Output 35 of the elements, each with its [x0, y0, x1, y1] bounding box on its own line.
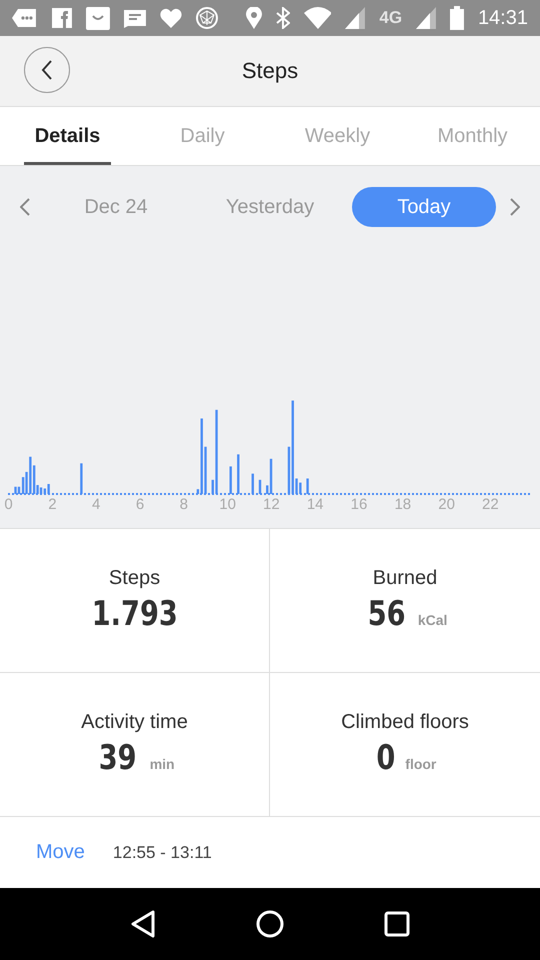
- stat-value: 0: [376, 738, 395, 778]
- axis-label: 20: [438, 496, 455, 513]
- stat-label: Steps: [108, 567, 160, 590]
- axis-label: 22: [482, 496, 499, 513]
- axis-label: 6: [136, 496, 144, 513]
- activity-type: Move: [36, 841, 85, 864]
- axis-label: 2: [48, 496, 57, 513]
- stat-value: 56: [367, 594, 406, 634]
- activity-time: 12:55 - 13:11: [112, 842, 212, 862]
- stat-label: Climbed floors: [341, 711, 469, 734]
- axis-label: 10: [219, 496, 236, 513]
- tab[interactable]: Weekly: [270, 107, 405, 165]
- stat-unit: min: [150, 756, 175, 772]
- stat-value: 39: [99, 738, 137, 778]
- axis-label: 8: [180, 496, 188, 513]
- axis-label: 16: [350, 496, 368, 513]
- date-button[interactable]: Today: [352, 187, 496, 227]
- tab[interactable]: Monthly: [405, 107, 540, 165]
- stat-unit: kCal: [418, 612, 448, 628]
- clock: 14:31: [478, 6, 528, 30]
- network-type: 4G: [379, 8, 402, 28]
- date-button[interactable]: Yesterday: [198, 187, 342, 227]
- axis-label: 0: [4, 496, 13, 513]
- axis-label: 12: [263, 496, 280, 513]
- axis-label: 14: [306, 496, 324, 513]
- stat-label: Activity time: [81, 711, 188, 734]
- tab[interactable]: Details: [0, 107, 135, 165]
- stat-unit: floor: [405, 756, 436, 772]
- axis-label: 18: [394, 496, 412, 513]
- tab[interactable]: Daily: [135, 107, 270, 165]
- stat-label: Burned: [372, 567, 438, 590]
- axis-label: 4: [92, 496, 100, 513]
- stat-value: 1.793: [91, 594, 178, 634]
- page-title: Steps: [242, 58, 298, 84]
- date-button[interactable]: Dec 24: [44, 187, 188, 227]
